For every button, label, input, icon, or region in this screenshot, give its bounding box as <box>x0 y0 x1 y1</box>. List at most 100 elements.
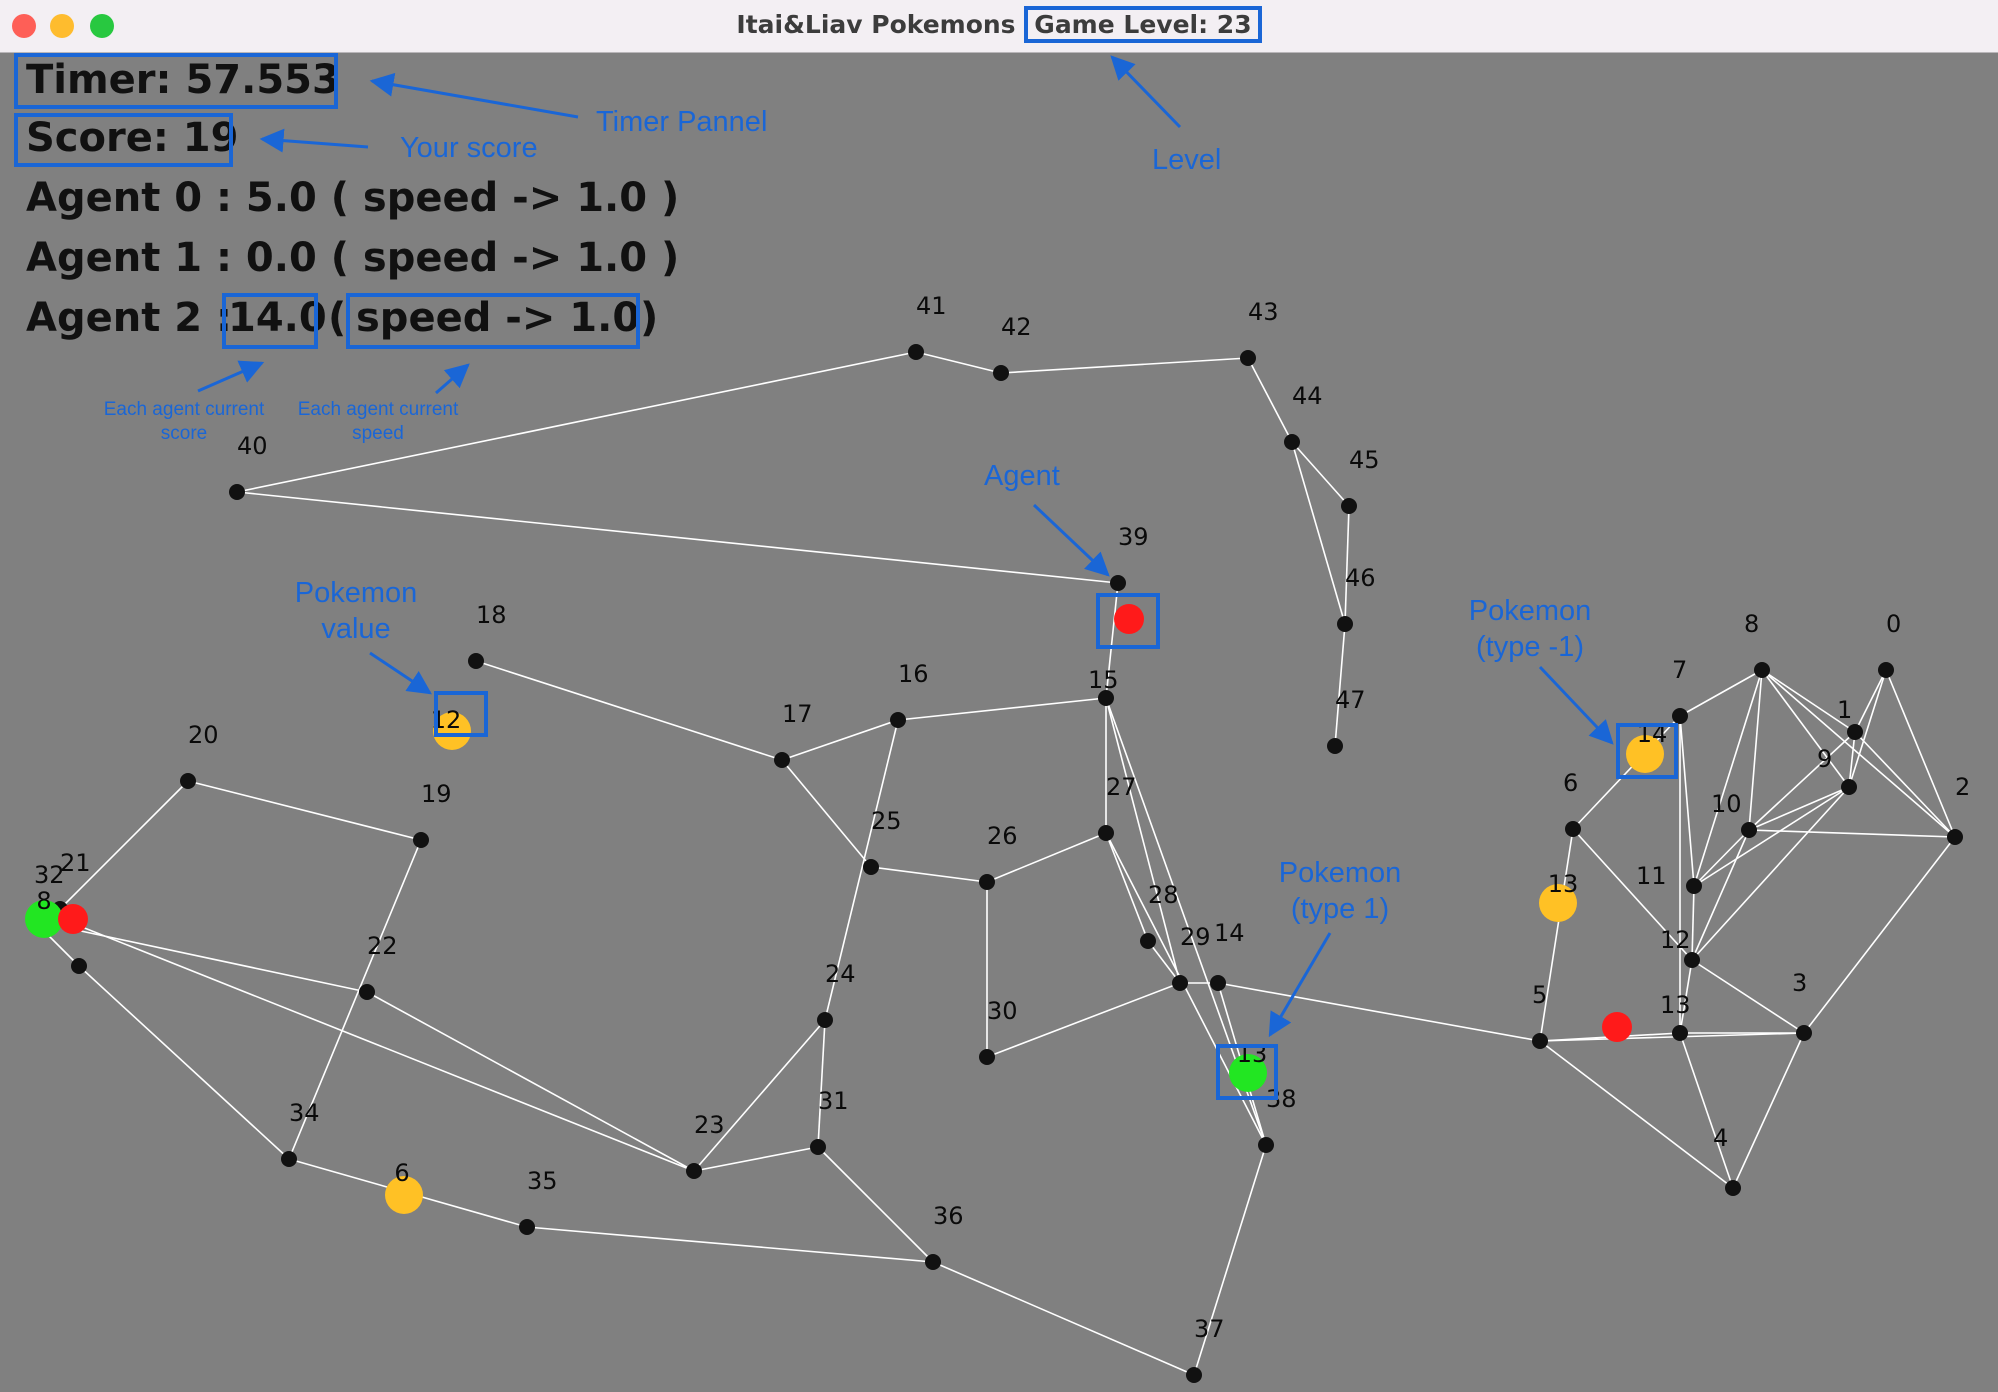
pokemon-neg-annotation-line1: Pokemon <box>1469 595 1592 627</box>
node-label-43: 43 <box>1248 298 1279 326</box>
graph-edges <box>33 351 1956 1376</box>
graph-edge <box>1748 731 1856 831</box>
graph-edge <box>1748 669 1763 831</box>
timer-text: Timer: 57.553 <box>26 57 340 103</box>
node-label-19: 19 <box>421 780 452 808</box>
node-label-29: 29 <box>1180 923 1211 951</box>
graph-edge <box>366 991 695 1172</box>
graph-node-40 <box>229 484 245 500</box>
window-titlebar: Itai&Liav Pokemons Game Level: 23 <box>0 0 1998 53</box>
node-label-46: 46 <box>1345 564 1376 592</box>
graph-node-29 <box>1172 975 1188 991</box>
node-label-17: 17 <box>782 700 813 728</box>
node-label-9: 9 <box>1817 745 1832 773</box>
node-label-7: 7 <box>1672 656 1687 684</box>
graph-edge <box>781 759 872 868</box>
graph-edge <box>1291 441 1346 625</box>
agent-2 <box>1602 1012 1632 1042</box>
graph-edge <box>1761 669 1850 788</box>
node-label-44: 44 <box>1292 382 1323 410</box>
graph-node-14 <box>1210 975 1226 991</box>
agent-speed-arrow <box>435 363 470 395</box>
pokemon-value-annotation-line1: Pokemon <box>295 577 418 609</box>
graph-node-36 <box>925 1254 941 1270</box>
graph-edge <box>1247 357 1293 443</box>
graph-node-23 <box>686 1163 702 1179</box>
graph-node-41 <box>908 344 924 360</box>
graph-edge <box>693 1019 826 1172</box>
graph-edge <box>1803 836 1956 1034</box>
node-label-30: 30 <box>987 997 1018 1025</box>
graph-node-26 <box>979 874 995 890</box>
node-label-11: 11 <box>1636 862 1667 890</box>
node-label-1: 1 <box>1837 696 1852 724</box>
graph-node-35 <box>519 1219 535 1235</box>
node-label-40: 40 <box>237 432 268 460</box>
graph-node-45 <box>1341 498 1357 514</box>
graph-edge <box>1691 885 1695 961</box>
graph-edge <box>526 1226 934 1263</box>
node-label-21: 21 <box>60 849 91 877</box>
agent-2-label: Agent 2 : <box>26 295 232 341</box>
node-label-18: 18 <box>476 601 507 629</box>
node-label-0: 0 <box>1886 610 1901 638</box>
node-label-36: 36 <box>933 1202 964 1230</box>
your-score-annotation: Your score <box>400 132 538 164</box>
agent-speed-annotation-line2: speed <box>352 423 404 444</box>
pokemon-value-label: 13 <box>1548 870 1579 898</box>
node-label-37: 37 <box>1194 1315 1225 1343</box>
agent-speed-annotation-line1: Each agent current <box>298 399 459 420</box>
graph-node-30 <box>979 1049 995 1065</box>
node-label-35: 35 <box>527 1167 558 1195</box>
game-canvas: 0123456789101112131415161718192021222324… <box>14 53 1970 1383</box>
graph-node-6 <box>1565 821 1581 837</box>
graph-edge <box>1854 731 1956 838</box>
node-label-41: 41 <box>916 292 947 320</box>
node-label-10: 10 <box>1711 790 1742 818</box>
node-label-26: 26 <box>987 822 1018 850</box>
app-title: Itai&Liav Pokemons <box>736 10 1016 39</box>
graph-node-24 <box>817 1012 833 1028</box>
node-label-28: 28 <box>1148 881 1179 909</box>
graph-edge <box>1000 357 1249 374</box>
graph-edge <box>915 351 1002 374</box>
node-label-34: 34 <box>289 1099 320 1127</box>
graph-node-28 <box>1140 933 1156 949</box>
node-label-23: 23 <box>694 1111 725 1139</box>
graph-edge <box>870 866 988 883</box>
node-label-2: 2 <box>1955 773 1970 801</box>
node-label-3: 3 <box>1792 969 1807 997</box>
pokemon-neg-annotation-line2: (type -1) <box>1476 631 1584 663</box>
graph-edge <box>1748 786 1850 831</box>
node-label-22: 22 <box>367 932 398 960</box>
graph-node-16 <box>890 712 906 728</box>
agent-2-speed: speed -> 1.0 <box>356 295 640 341</box>
node-label-39: 39 <box>1118 523 1149 551</box>
node-label-47: 47 <box>1335 686 1366 714</box>
pokemon-value-annotation-line2: value <box>321 613 390 645</box>
graph-edge <box>78 965 290 1160</box>
game-level-label: Game Level: 23 <box>1024 6 1262 43</box>
graph-edge <box>1539 828 1574 1042</box>
graph-edge <box>1539 1040 1734 1189</box>
graph-node-12 <box>1684 952 1700 968</box>
node-label-13: 13 <box>1660 991 1691 1019</box>
graph-node-8 <box>1754 662 1770 678</box>
graph-edge <box>187 780 422 841</box>
graph-node-22 <box>359 984 375 1000</box>
agent-2-score: 14.0 <box>228 295 327 341</box>
graph-node-25 <box>863 859 879 875</box>
graph-node-13 <box>1672 1025 1688 1041</box>
node-label-6: 6 <box>1563 769 1578 797</box>
agent-0-status: Agent 0 : 5.0 ( speed -> 1.0 ) <box>26 175 679 221</box>
graph-node-8x <box>71 958 87 974</box>
node-label-45: 45 <box>1349 446 1380 474</box>
agent-1-status: Agent 1 : 0.0 ( speed -> 1.0 ) <box>26 235 679 281</box>
graph-node-5 <box>1532 1033 1548 1049</box>
node-label-5: 5 <box>1532 981 1547 1009</box>
node-label-16: 16 <box>898 660 929 688</box>
node-label-4: 4 <box>1713 1124 1728 1152</box>
node-label-12: 12 <box>1660 926 1691 954</box>
graph-edge <box>475 660 783 761</box>
agent-2-paren-open: ( <box>328 295 346 341</box>
